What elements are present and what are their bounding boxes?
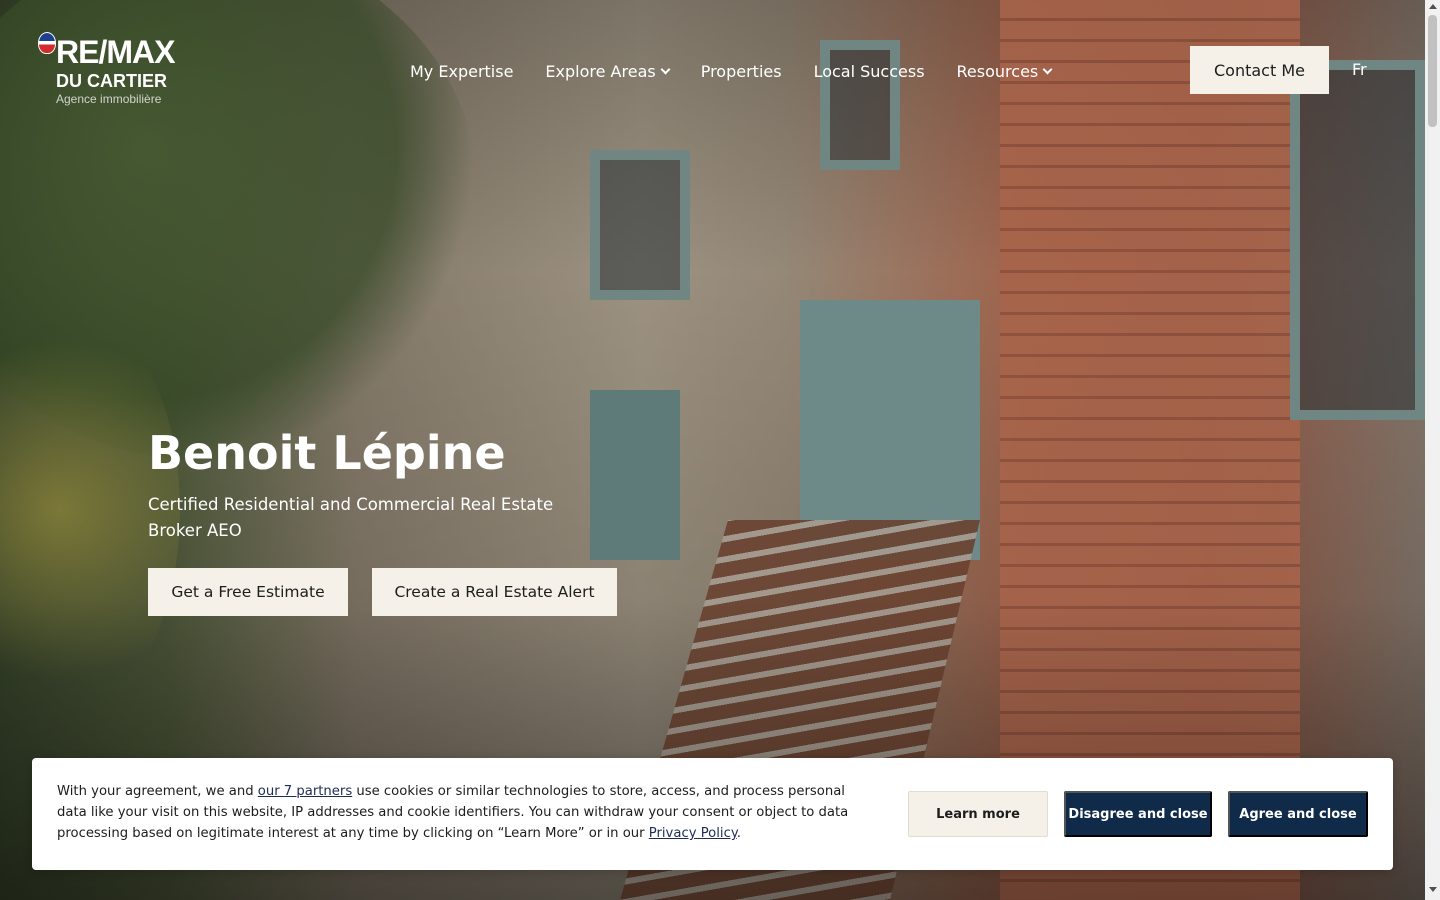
balloon-icon: [38, 32, 56, 54]
scroll-up-arrow-icon[interactable]: [1429, 4, 1437, 9]
cookie-text-part: .: [736, 826, 741, 841]
building-window: [1290, 60, 1425, 420]
main-nav: My Expertise Explore Areas Properties Lo…: [410, 60, 1053, 82]
nav-item-label: Resources: [956, 61, 1039, 81]
partners-link[interactable]: our 7 partners: [258, 784, 352, 799]
free-estimate-button[interactable]: Get a Free Estimate: [148, 568, 348, 616]
nav-item-label: Explore Areas: [545, 61, 656, 81]
cookie-text: With your agreement, we and our 7 partne…: [57, 781, 877, 844]
language-toggle[interactable]: Fr: [1352, 60, 1367, 79]
page-title: Benoit Lépine: [148, 426, 506, 480]
nav-item-local-success[interactable]: Local Success: [814, 62, 925, 81]
learn-more-button[interactable]: Learn more: [908, 791, 1048, 837]
scrollbar-thumb[interactable]: [1428, 15, 1437, 127]
vertical-scrollbar[interactable]: [1425, 0, 1440, 900]
remax-logo[interactable]: RE/MAX DU CARTIER Agence immobilière: [36, 30, 186, 110]
nav-item-properties[interactable]: Properties: [701, 62, 782, 81]
agree-close-button[interactable]: Agree and close: [1228, 791, 1368, 837]
logo-office: DU CARTIER: [56, 71, 167, 91]
disagree-close-button[interactable]: Disagree and close: [1064, 791, 1212, 837]
agent-title: Certified Residential and Commercial Rea…: [148, 495, 554, 540]
privacy-policy-link[interactable]: Privacy Policy: [649, 826, 737, 841]
logo-agency: Agence immobilière: [56, 92, 162, 106]
chevron-down-icon: [660, 64, 671, 74]
contact-me-button[interactable]: Contact Me: [1190, 46, 1329, 94]
real-estate-alert-button[interactable]: Create a Real Estate Alert: [372, 568, 617, 616]
building-window: [590, 150, 690, 300]
nav-item-label: My Expertise: [410, 61, 514, 81]
logo-brand: RE/MAX: [56, 34, 175, 70]
nav-item-resources[interactable]: Resources: [956, 61, 1053, 81]
nav-item-label: Properties: [700, 61, 782, 81]
building-door: [590, 390, 680, 560]
cookie-consent-banner: With your agreement, we and our 7 partne…: [32, 758, 1393, 870]
nav-item-my-expertise[interactable]: My Expertise: [410, 62, 513, 81]
nav-item-label: Local Success: [813, 61, 925, 81]
scroll-down-arrow-icon[interactable]: [1429, 887, 1437, 892]
chevron-down-icon: [1042, 64, 1053, 74]
cookie-text-part: With your agreement, we and: [57, 784, 258, 799]
nav-item-explore-areas[interactable]: Explore Areas: [545, 61, 671, 81]
